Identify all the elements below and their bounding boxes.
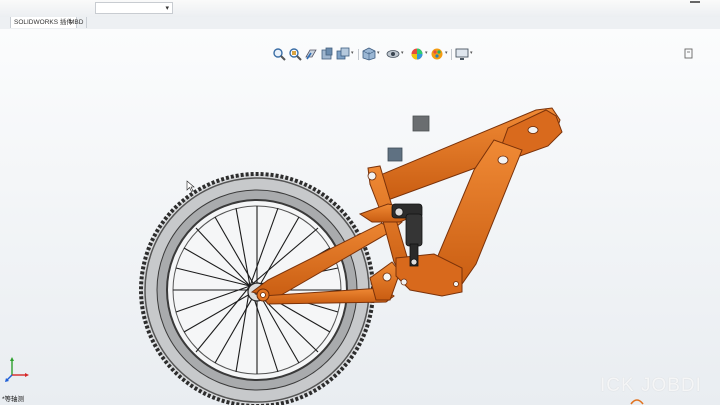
view-name-label: *等轴测: [2, 396, 25, 403]
main-frame[interactable]: [367, 107, 563, 297]
tab-mbd[interactable]: MBD: [66, 17, 88, 28]
minimize-icon[interactable]: [690, 1, 700, 3]
graphics-area[interactable]: ▾ ▾ ▾ ▾ ▾ ▾: [0, 29, 720, 405]
command-manager-strip: ▾: [0, 0, 720, 18]
command-dropdown[interactable]: ▾: [95, 2, 173, 14]
axis-triad-icon: [4, 355, 30, 385]
selection-marker[interactable]: [412, 115, 430, 132]
solidworks-window: ▾ SOLIDWORKS 插件 MBD ▾ ▾ ▾ ▾ ▾ ▾ *等轴测 ICK…: [0, 0, 720, 405]
selection-marker[interactable]: [387, 147, 403, 162]
watermark-text: ICK JOBDI: [600, 375, 702, 396]
chevron-down-icon[interactable]: ▾: [165, 4, 169, 12]
bike-frame-model[interactable]: [0, 29, 720, 405]
mouse-cursor-icon: [186, 180, 195, 192]
watermark-logo-icon: [630, 399, 644, 405]
